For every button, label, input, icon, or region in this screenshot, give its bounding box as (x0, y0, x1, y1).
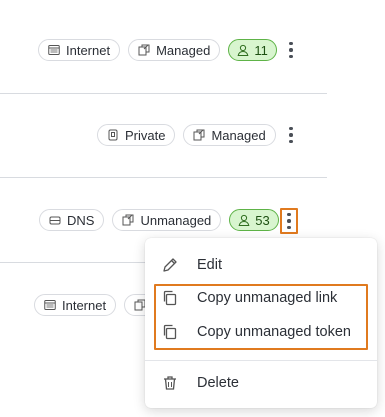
dot (289, 54, 293, 59)
tag-private: Private (97, 124, 176, 146)
dot (289, 133, 293, 137)
dot (287, 225, 291, 230)
tag-label: Managed (211, 127, 266, 143)
tag-unmanaged: Unmanaged (112, 209, 222, 231)
menu-item-delete[interactable]: Delete (145, 366, 377, 400)
table-row: Internet Managed 11 (0, 6, 327, 94)
dot (287, 212, 291, 217)
user-count: 53 (255, 212, 270, 228)
tag-internet: Internet (34, 294, 117, 316)
dot (289, 41, 293, 46)
copy-icon (163, 290, 177, 306)
menu-item-copy-token[interactable]: Copy unmanaged token (145, 315, 377, 349)
user-icon (238, 214, 250, 226)
menu-item-label: Delete (197, 375, 239, 391)
managed-doc-icon (138, 44, 150, 56)
server-icon (49, 216, 61, 225)
menu-item-label: Copy unmanaged token (197, 324, 351, 340)
managed-doc-icon (193, 129, 205, 141)
unmanaged-doc-icon (122, 214, 134, 226)
dot (289, 48, 293, 52)
row-actions-button-active[interactable] (280, 208, 298, 234)
dot (289, 126, 293, 131)
table-row: Private Managed (0, 94, 327, 182)
copy-icon (163, 324, 177, 340)
shield-icon (108, 129, 118, 141)
trash-icon (164, 376, 176, 390)
menu-item-label: Copy unmanaged link (197, 290, 338, 306)
user-icon (237, 44, 249, 56)
browser-window-icon (48, 45, 60, 55)
user-count-badge[interactable]: 53 (229, 209, 279, 231)
pencil-icon (163, 258, 177, 272)
tag-dns: DNS (39, 209, 105, 231)
tag-label: Managed (156, 42, 211, 58)
row-actions-menu: Edit Copy unmanaged link Copy unmanaged … (145, 238, 377, 408)
menu-item-edit[interactable]: Edit (145, 248, 377, 282)
menu-divider (145, 360, 377, 361)
tag-managed: Managed (128, 39, 221, 61)
tag-label: DNS (67, 212, 95, 228)
tag-internet: Internet (38, 39, 121, 61)
row-actions-button[interactable] (282, 38, 300, 62)
menu-item-label: Edit (197, 257, 222, 273)
dot (287, 219, 291, 223)
tag-label: Unmanaged (140, 212, 212, 228)
menu-item-copy-link[interactable]: Copy unmanaged link (145, 281, 377, 315)
row-actions-button[interactable] (282, 123, 300, 147)
tag-label: Private (125, 127, 166, 143)
browser-window-icon (44, 300, 56, 310)
tag-label: Internet (62, 297, 107, 313)
dot (289, 139, 293, 144)
user-count-badge[interactable]: 11 (228, 39, 277, 61)
tag-managed: Managed (183, 124, 276, 146)
user-count: 11 (254, 42, 268, 58)
tag-label: Internet (66, 42, 111, 58)
